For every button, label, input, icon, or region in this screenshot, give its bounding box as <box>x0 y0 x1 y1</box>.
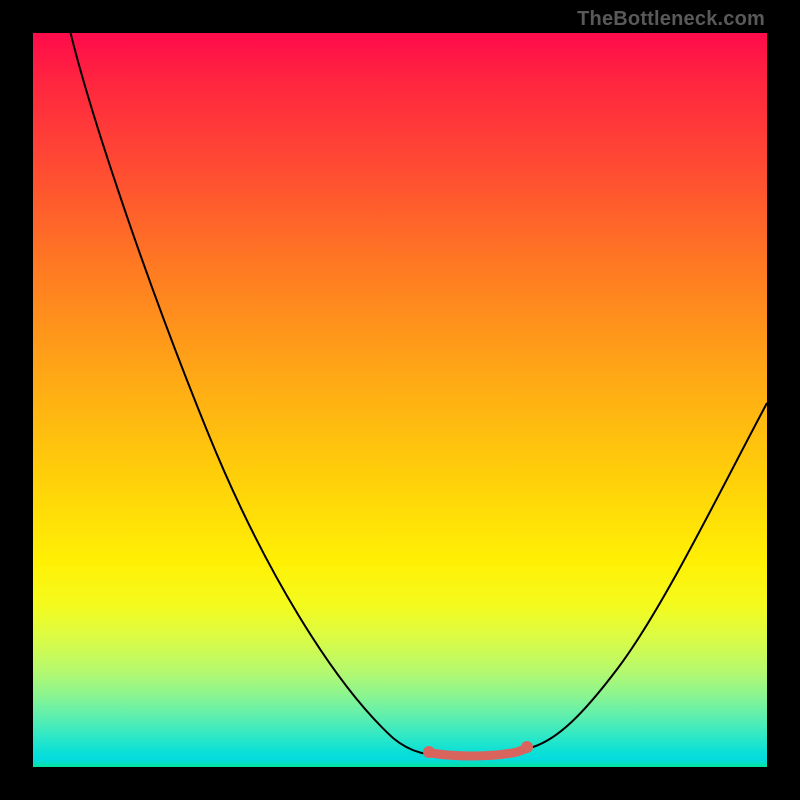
plot-area <box>33 33 767 767</box>
highlight-marker-line <box>431 749 525 756</box>
chart-frame: TheBottleneck.com <box>0 0 800 800</box>
curve-svg <box>33 33 767 767</box>
bottleneck-curve <box>66 33 767 756</box>
highlight-marker-dot-left <box>423 746 435 758</box>
highlight-marker-dot-right <box>521 741 533 753</box>
watermark-text: TheBottleneck.com <box>577 8 765 31</box>
